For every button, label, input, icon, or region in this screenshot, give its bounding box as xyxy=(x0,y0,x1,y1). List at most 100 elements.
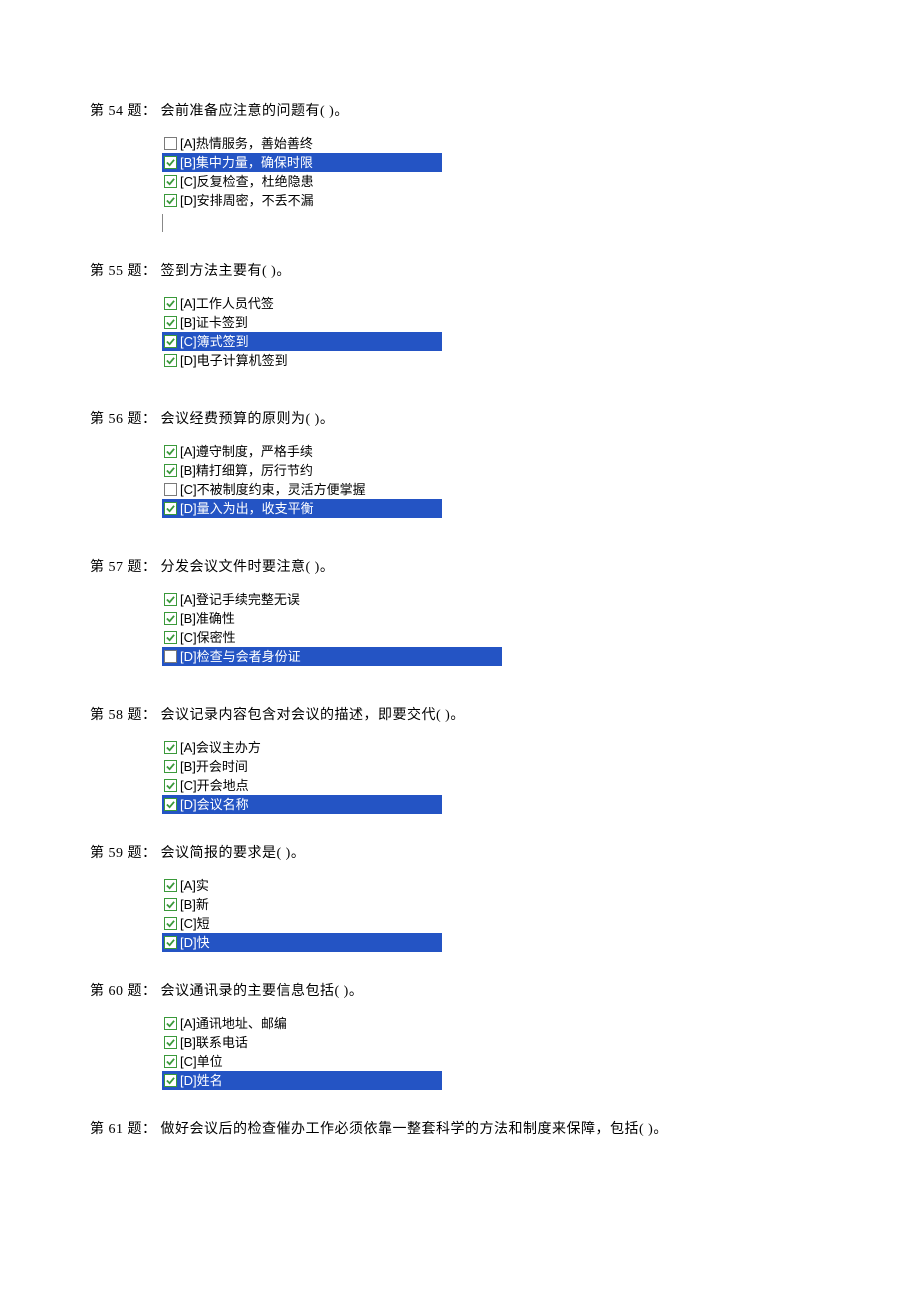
option-row[interactable]: [C]簿式签到 xyxy=(162,332,442,351)
option-row[interactable]: [C]反复检查，杜绝隐患 xyxy=(162,172,830,191)
option-row[interactable]: [C]开会地点 xyxy=(162,776,830,795)
checkbox-checked-icon[interactable] xyxy=(164,760,177,773)
option-label: [D]姓名 xyxy=(180,1071,223,1090)
checkbox-checked-icon[interactable] xyxy=(164,445,177,458)
option-label: [D]电子计算机签到 xyxy=(180,351,288,370)
checkbox-checked-icon[interactable] xyxy=(164,879,177,892)
checkbox-checked-icon[interactable] xyxy=(164,631,177,644)
question-block: 第 60 题： 会议通讯录的主要信息包括( )。 [A]通讯地址、邮编[B]联系电… xyxy=(90,980,830,1090)
question-text: 会前准备应注意的问题有( )。 xyxy=(157,104,349,119)
option-row[interactable]: [C]保密性 xyxy=(162,628,830,647)
option-row[interactable]: [A]工作人员代签 xyxy=(162,294,830,313)
checkbox-checked-icon[interactable] xyxy=(164,297,177,310)
checkbox-checked-icon[interactable] xyxy=(164,936,177,949)
divider-line xyxy=(162,214,830,232)
option-row[interactable]: [A]热情服务，善始善终 xyxy=(162,134,830,153)
checkbox-checked-icon[interactable] xyxy=(164,335,177,348)
question-title: 第 59 题： 会议简报的要求是( )。 xyxy=(90,842,830,862)
option-label: [C]开会地点 xyxy=(180,776,249,795)
question-block: 第 59 题： 会议简报的要求是( )。 [A]实[B]新[C]短[D]快 xyxy=(90,842,830,952)
checkbox-checked-icon[interactable] xyxy=(164,1074,177,1087)
question-text: 分发会议文件时要注意( )。 xyxy=(157,560,335,575)
question-text: 会议经费预算的原则为( )。 xyxy=(157,412,335,427)
checkbox-checked-icon[interactable] xyxy=(164,898,177,911)
checkbox-checked-icon[interactable] xyxy=(164,1055,177,1068)
checkbox-checked-icon[interactable] xyxy=(164,741,177,754)
options-container: [A]工作人员代签[B]证卡签到[C]簿式签到[D]电子计算机签到 xyxy=(162,294,830,370)
checkbox-unchecked-icon[interactable] xyxy=(164,483,177,496)
option-row[interactable]: [C]不被制度约束，灵活方便掌握 xyxy=(162,480,830,499)
option-label: [C]不被制度约束，灵活方便掌握 xyxy=(180,480,366,499)
question-title: 第 60 题： 会议通讯录的主要信息包括( )。 xyxy=(90,980,830,1000)
question-block: 第 58 题： 会议记录内容包含对会议的描述，即要交代( )。[A]会议主办方[… xyxy=(90,704,830,814)
option-row[interactable]: [B]集中力量，确保时限 xyxy=(162,153,442,172)
quiz-document: 第 54 题： 会前准备应注意的问题有( )。[A]热情服务，善始善终[B]集中… xyxy=(90,100,830,1138)
question-number: 第 57 题： xyxy=(90,560,157,575)
option-label: [B]新 xyxy=(180,895,209,914)
option-row[interactable]: [B]证卡签到 xyxy=(162,313,830,332)
question-number: 第 55 题： xyxy=(90,264,157,279)
option-label: [A]登记手续完整无误 xyxy=(180,590,300,609)
options-container: [A]会议主办方[B]开会时间[C]开会地点[D]会议名称 xyxy=(162,738,830,814)
checkbox-checked-icon[interactable] xyxy=(164,1036,177,1049)
checkbox-checked-icon[interactable] xyxy=(164,354,177,367)
question-number: 第 61 题： xyxy=(90,1122,157,1137)
option-row[interactable]: [A]通讯地址、邮编 xyxy=(162,1014,830,1033)
question-title: 第 56 题： 会议经费预算的原则为( )。 xyxy=(90,408,830,428)
question-text: 会议通讯录的主要信息包括( )。 xyxy=(157,984,364,999)
option-row[interactable]: [D]安排周密，不丢不漏 xyxy=(162,191,830,210)
option-row[interactable]: [A]实 xyxy=(162,876,830,895)
checkbox-checked-icon[interactable] xyxy=(164,464,177,477)
option-row[interactable]: [C]短 xyxy=(162,914,830,933)
option-row[interactable]: [C]单位 xyxy=(162,1052,830,1071)
option-row[interactable]: [B]准确性 xyxy=(162,609,830,628)
question-block: 第 56 题： 会议经费预算的原则为( )。 [A]遵守制度，严格手续[B]精打细… xyxy=(90,408,830,518)
option-label: [B]精打细算，厉行节约 xyxy=(180,461,313,480)
checkbox-checked-icon[interactable] xyxy=(164,194,177,207)
checkbox-checked-icon[interactable] xyxy=(164,612,177,625)
checkbox-unchecked-icon[interactable] xyxy=(164,650,177,663)
option-row[interactable]: [D]姓名 xyxy=(162,1071,442,1090)
option-label: [A]实 xyxy=(180,876,209,895)
option-row[interactable]: [A]会议主办方 xyxy=(162,738,830,757)
question-number: 第 60 题： xyxy=(90,984,157,999)
checkbox-checked-icon[interactable] xyxy=(164,779,177,792)
option-row[interactable]: [D]电子计算机签到 xyxy=(162,351,830,370)
option-label: [D]会议名称 xyxy=(180,795,249,814)
checkbox-checked-icon[interactable] xyxy=(164,593,177,606)
checkbox-checked-icon[interactable] xyxy=(164,175,177,188)
option-row[interactable]: [D]会议名称 xyxy=(162,795,442,814)
option-row[interactable]: [D]量入为出，收支平衡 xyxy=(162,499,442,518)
option-label: [D]检查与会者身份证 xyxy=(180,647,301,666)
option-row[interactable]: [B]精打细算，厉行节约 xyxy=(162,461,830,480)
question-title: 第 61 题： 做好会议后的检查催办工作必须依靠一整套科学的方法和制度来保障，包… xyxy=(90,1118,830,1138)
checkbox-checked-icon[interactable] xyxy=(164,798,177,811)
options-container: [A]通讯地址、邮编[B]联系电话[C]单位[D]姓名 xyxy=(162,1014,830,1090)
checkbox-unchecked-icon[interactable] xyxy=(164,137,177,150)
option-label: [B]证卡签到 xyxy=(180,313,248,332)
question-number: 第 58 题： xyxy=(90,708,157,723)
option-label: [A]会议主办方 xyxy=(180,738,261,757)
option-row[interactable]: [D]快 xyxy=(162,933,442,952)
option-row[interactable]: [A]遵守制度，严格手续 xyxy=(162,442,830,461)
option-label: [B]集中力量，确保时限 xyxy=(180,153,313,172)
option-label: [D]安排周密，不丢不漏 xyxy=(180,191,314,210)
checkbox-checked-icon[interactable] xyxy=(164,502,177,515)
options-container: [A]登记手续完整无误[B]准确性[C]保密性[D]检查与会者身份证 xyxy=(162,590,830,666)
option-row[interactable]: [B]联系电话 xyxy=(162,1033,830,1052)
option-label: [B]准确性 xyxy=(180,609,235,628)
option-label: [B]联系电话 xyxy=(180,1033,248,1052)
option-label: [A]工作人员代签 xyxy=(180,294,274,313)
option-row[interactable]: [D]检查与会者身份证 xyxy=(162,647,502,666)
checkbox-checked-icon[interactable] xyxy=(164,1017,177,1030)
option-row[interactable]: [B]开会时间 xyxy=(162,757,830,776)
checkbox-checked-icon[interactable] xyxy=(164,917,177,930)
option-label: [C]簿式签到 xyxy=(180,332,249,351)
option-row[interactable]: [A]登记手续完整无误 xyxy=(162,590,830,609)
question-title: 第 57 题： 分发会议文件时要注意( )。 xyxy=(90,556,830,576)
checkbox-checked-icon[interactable] xyxy=(164,156,177,169)
question-text: 会议简报的要求是( )。 xyxy=(157,846,306,861)
option-label: [A]遵守制度，严格手续 xyxy=(180,442,313,461)
checkbox-checked-icon[interactable] xyxy=(164,316,177,329)
option-row[interactable]: [B]新 xyxy=(162,895,830,914)
